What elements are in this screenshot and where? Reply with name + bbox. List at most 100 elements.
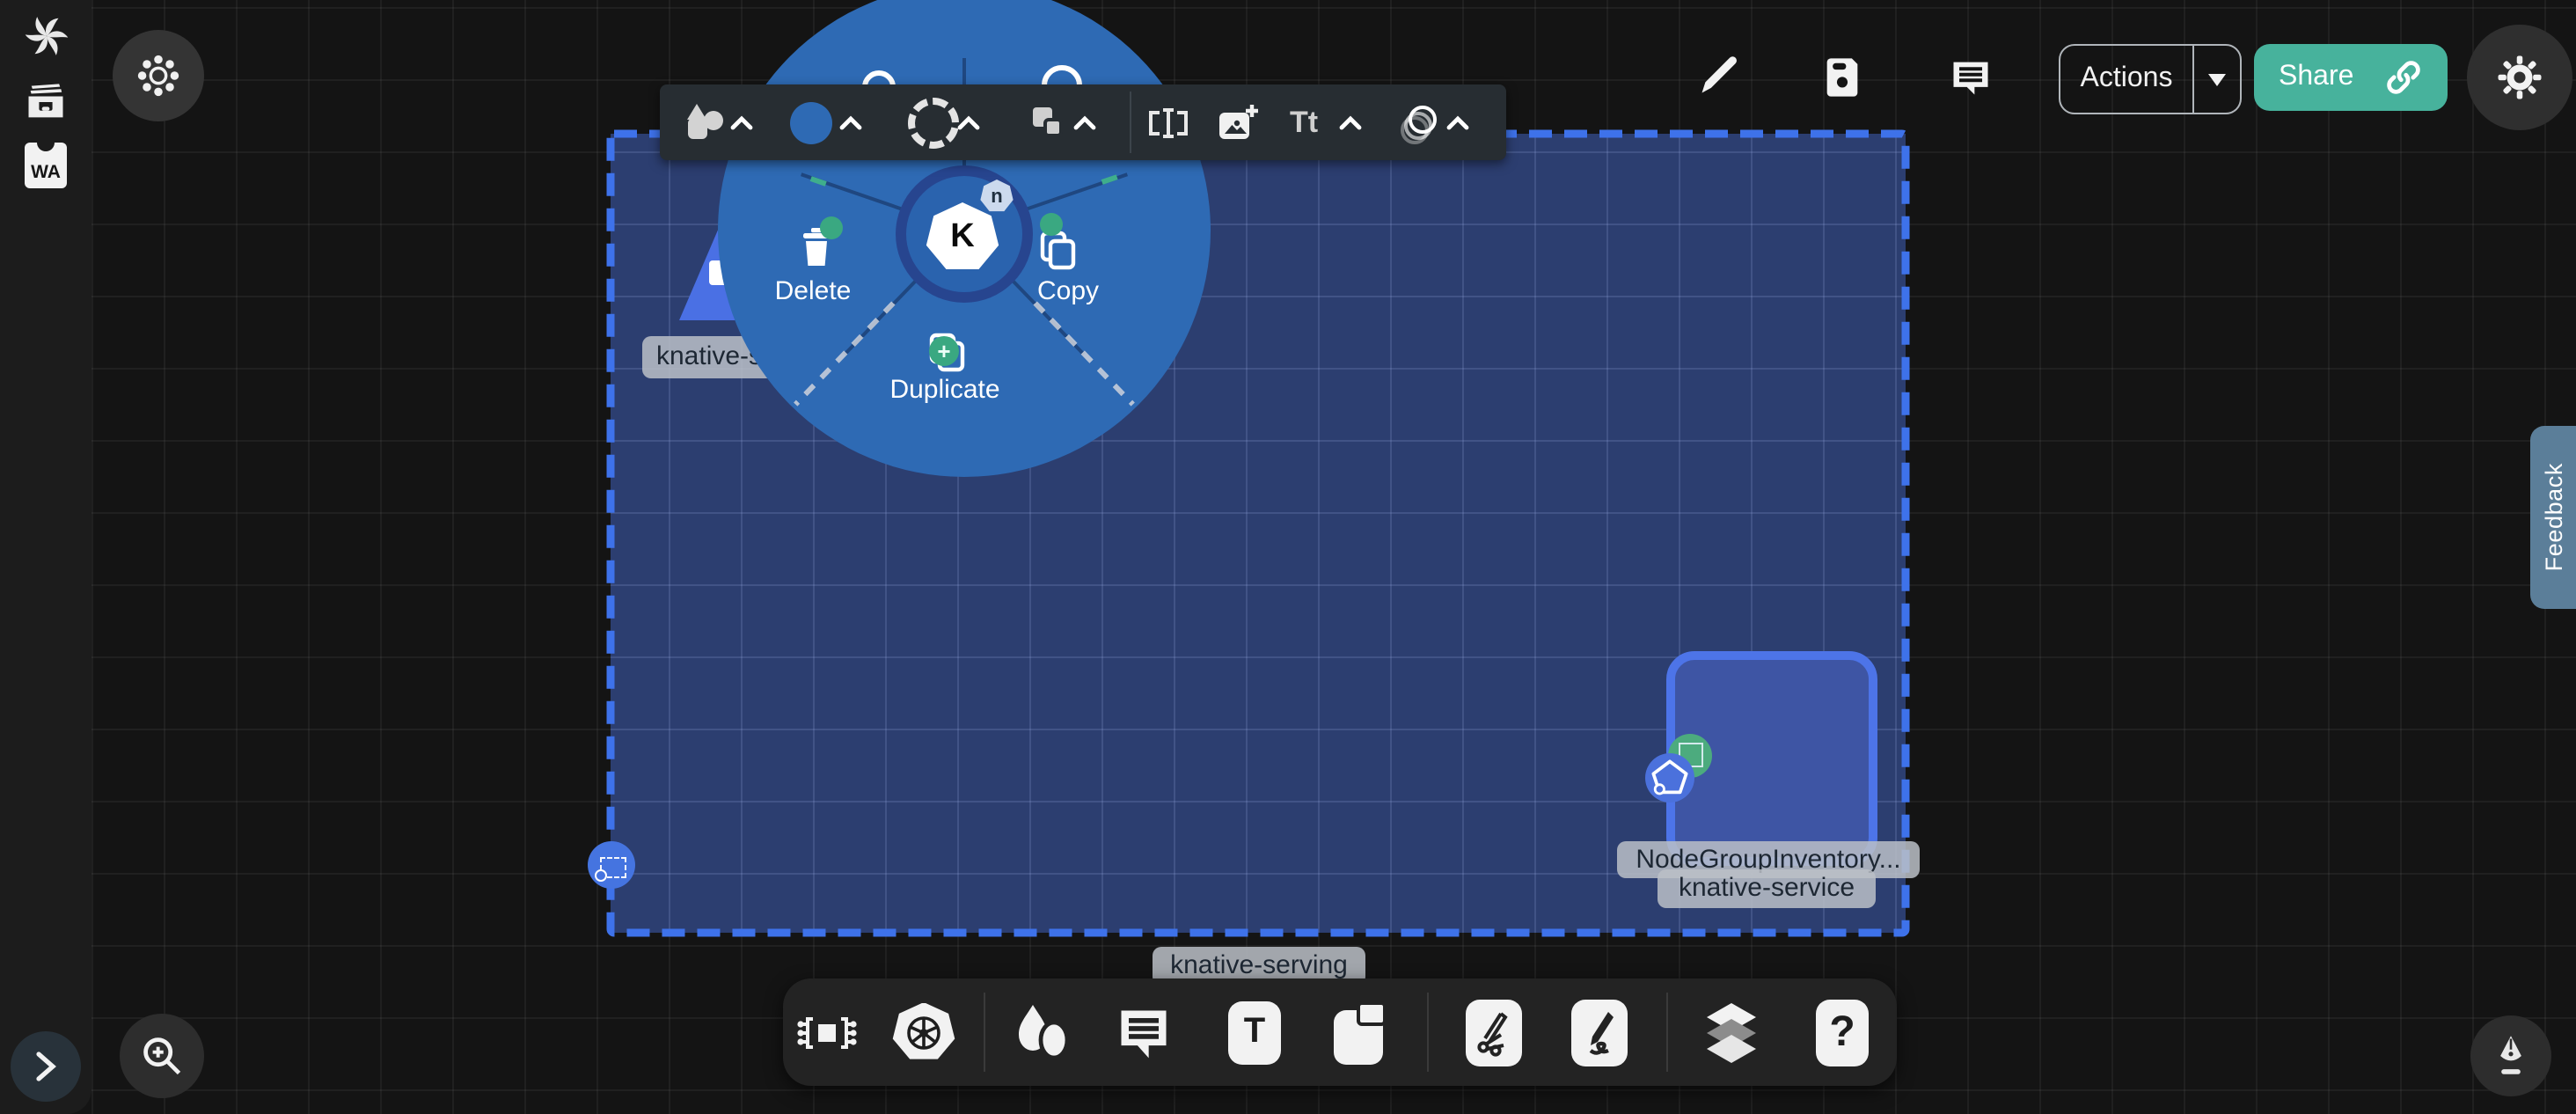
pen-scissors-icon (1466, 999, 1522, 1066)
gear-icon (2495, 53, 2544, 102)
expand-sidebar-button[interactable] (11, 1031, 81, 1102)
layers-icon (1705, 1002, 1758, 1062)
image-plus-icon (1214, 101, 1260, 143)
comment-icon (1948, 55, 1994, 100)
edit-button[interactable] (1693, 49, 1745, 102)
shapes-icon (1012, 1000, 1072, 1064)
chevron-up-icon (730, 114, 753, 130)
wa-badge-label: WA (25, 162, 67, 183)
connections-tool[interactable] (795, 1000, 859, 1064)
text-style-button[interactable]: Tt (1290, 105, 1318, 140)
quick-create-button[interactable] (113, 30, 204, 121)
connections-icon (795, 1000, 859, 1064)
opacity-circles-icon (1397, 99, 1443, 145)
layers-tool[interactable] (1705, 1002, 1758, 1062)
chevron-up-icon (1339, 114, 1362, 130)
small-circle-icon (595, 869, 607, 882)
menu-divider-dashed (794, 301, 895, 406)
copy-style-button[interactable] (1026, 101, 1068, 143)
actions-button[interactable]: Actions (2059, 44, 2242, 114)
help-icon: ? (1816, 999, 1869, 1066)
menu-center-hub: K n (896, 165, 1033, 303)
link-icon (2384, 58, 2423, 97)
knative-pentagon-icon[interactable] (1645, 753, 1694, 803)
opacity-button[interactable] (1397, 99, 1443, 145)
chevron-up-icon (1446, 114, 1469, 130)
zoom-in-button[interactable] (120, 1014, 204, 1098)
resize-width-icon (1145, 103, 1191, 142)
shape-style-expander[interactable] (730, 114, 753, 130)
text-style-expander[interactable] (1339, 114, 1362, 130)
selection-tool-badge[interactable] (588, 841, 635, 889)
pentagon-icon (1645, 753, 1694, 803)
frame-handle (1357, 1000, 1387, 1025)
kubernetes-icon (892, 1002, 955, 1062)
settings-button[interactable] (2467, 25, 2572, 130)
stroke-style-expander[interactable] (957, 114, 980, 130)
chevron-up-icon (1073, 114, 1096, 130)
pen-cut-tool[interactable] (1466, 999, 1522, 1066)
style-toolbar: Tt (660, 84, 1506, 160)
wa-badge-notch (37, 137, 55, 151)
image-fill-button[interactable] (1214, 101, 1260, 143)
toolbar-divider (1666, 993, 1668, 1072)
wa-badge-icon[interactable]: WA (25, 143, 67, 188)
feedback-label: Feedback (2540, 463, 2566, 571)
caret-down-icon (2208, 73, 2226, 85)
help-tool[interactable]: ? (1816, 999, 1869, 1066)
canvas[interactable]: knative-s NodeGroupInventory... knative-… (0, 0, 2576, 1114)
toolbar-divider (1130, 92, 1131, 153)
feedback-tab[interactable]: Feedback (2530, 426, 2576, 609)
pen-nib-icon (2488, 1033, 2534, 1079)
shapes-tool[interactable] (1012, 1000, 1072, 1064)
duplicate-plus-dot: + (929, 336, 959, 366)
pen-tool-button[interactable] (2470, 1015, 2551, 1096)
floppy-disk-icon (1819, 55, 1865, 100)
fill-color-button[interactable] (790, 101, 832, 143)
copy-status-dot (1040, 213, 1063, 236)
menu-divider-dashed (1033, 301, 1134, 406)
overlap-squares-icon (1026, 101, 1068, 143)
frame-tool[interactable] (1334, 1000, 1387, 1064)
left-sidebar: WA (0, 0, 91, 1114)
comment-icon (1114, 1002, 1174, 1062)
pencil-draw-icon (1571, 999, 1628, 1066)
resize-width-button[interactable] (1145, 103, 1191, 142)
kubernetes-tool[interactable] (892, 1002, 955, 1062)
text-tool-icon: T (1228, 1000, 1281, 1064)
delete-status-dot (820, 216, 843, 239)
chevron-up-icon (839, 114, 862, 130)
node-label: knative-service (1658, 869, 1876, 908)
radial-context-menu[interactable]: K n (718, 0, 1211, 477)
chevron-up-icon (957, 114, 980, 130)
pencil-icon (1696, 53, 1742, 99)
actions-label: Actions (2060, 63, 2192, 95)
menu-item-delete[interactable]: Delete (775, 276, 852, 306)
draw-tool[interactable] (1571, 999, 1628, 1066)
archive-icon[interactable] (23, 79, 69, 125)
scale-wrapper: knative-s NodeGroupInventory... knative-… (0, 0, 2576, 1114)
tools-toolbar: T (783, 978, 1897, 1086)
pinwheel-logo-icon[interactable] (23, 12, 70, 60)
toolbar-divider (1427, 993, 1429, 1072)
share-button[interactable]: Share (2254, 44, 2448, 111)
text-tool[interactable]: T (1228, 1000, 1281, 1064)
shape-style-button[interactable] (683, 101, 728, 143)
toolbar-divider (984, 993, 985, 1072)
menu-item-copy[interactable]: Copy (1037, 276, 1099, 306)
fill-color-swatch (790, 101, 832, 143)
comment-tool[interactable] (1114, 1002, 1174, 1062)
share-label: Share (2279, 62, 2353, 93)
dashed-circle-icon (908, 97, 959, 148)
comments-button[interactable] (1944, 51, 1997, 104)
stroke-style-button[interactable] (908, 97, 959, 148)
opacity-expander[interactable] (1446, 114, 1469, 130)
actions-dropdown[interactable] (2194, 73, 2240, 85)
menu-item-duplicate[interactable]: Duplicate (889, 375, 999, 405)
shapes-icon (683, 101, 728, 143)
chevron-right-icon (33, 1051, 58, 1082)
fill-color-expander[interactable] (839, 114, 862, 130)
save-button[interactable] (1816, 51, 1869, 104)
copy-style-expander[interactable] (1073, 114, 1096, 130)
flower-burst-icon (135, 53, 181, 99)
